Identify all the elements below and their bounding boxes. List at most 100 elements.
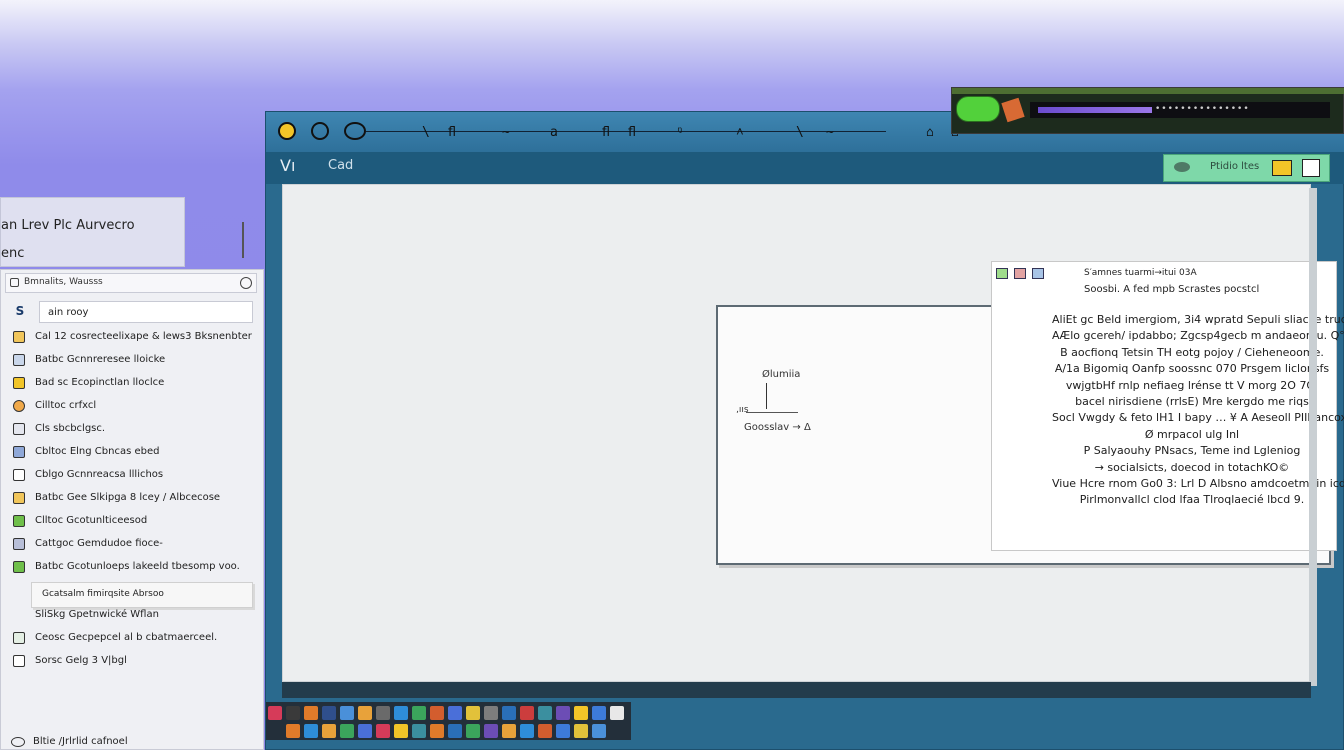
circle-icon[interactable] xyxy=(311,122,329,140)
app-icon[interactable] xyxy=(340,706,354,720)
app-icon[interactable] xyxy=(466,706,480,720)
header-panel[interactable]: Ptidio ltes xyxy=(1163,154,1330,182)
app-icon[interactable] xyxy=(592,706,606,720)
status-icon xyxy=(11,737,25,747)
list-item[interactable]: Cblgo Gcnnreacsa lllichos xyxy=(13,466,257,486)
list-item-label: Clltoc Gcotunlticeesod xyxy=(35,515,148,526)
tool-icon[interactable]: ﬂ xyxy=(448,125,456,140)
list-item[interactable]: Ceosc Gecpepcel al b cbatmaerceel. xyxy=(13,629,257,649)
app-icon[interactable] xyxy=(520,706,534,720)
mini-player-window[interactable]: ••••••••••••••• xyxy=(951,87,1344,134)
app-icon[interactable] xyxy=(358,706,372,720)
app-icon[interactable] xyxy=(304,724,318,738)
list-item-label: Cal 12 cosrecteelixape & lews3 Bksnenbte… xyxy=(35,331,252,342)
list-item[interactable]: Bad sc Ecopinctlan lloclce xyxy=(13,374,257,394)
app-icon[interactable] xyxy=(520,724,534,738)
app-icon[interactable] xyxy=(610,706,624,720)
app-icon[interactable] xyxy=(574,724,588,738)
app-icon[interactable] xyxy=(286,706,300,720)
grip-icon[interactable] xyxy=(1001,97,1025,123)
app-icon[interactable] xyxy=(376,706,390,720)
green-icon xyxy=(13,561,25,573)
status-pill[interactable] xyxy=(956,96,1000,122)
close-icon[interactable] xyxy=(240,277,252,289)
tool-icon[interactable]: ˄ xyxy=(736,125,744,140)
list-item[interactable]: Batbc Gcotunloeps lakeeld tbesomp voo. xyxy=(13,558,257,578)
app-icon[interactable] xyxy=(358,724,372,738)
app-icon[interactable] xyxy=(574,706,588,720)
panel-title: Bmnalits, Wausss xyxy=(24,277,103,287)
search-icon[interactable]: S xyxy=(13,304,27,318)
progress-track[interactable]: ••••••••••••••• xyxy=(1030,102,1330,118)
app-icon[interactable] xyxy=(412,724,426,738)
tool-icon[interactable]: ~ xyxy=(502,125,510,140)
app-icon[interactable] xyxy=(448,724,462,738)
document-icon[interactable] xyxy=(1302,159,1320,177)
app-icon[interactable] xyxy=(394,724,408,738)
search-input[interactable] xyxy=(39,301,253,323)
app-icon[interactable] xyxy=(430,706,444,720)
circle-icon[interactable] xyxy=(344,122,366,140)
leaf-icon[interactable] xyxy=(1174,162,1190,172)
tool-icon[interactable]: \ xyxy=(422,125,430,140)
app-icon[interactable] xyxy=(268,706,282,720)
app-icon[interactable] xyxy=(304,706,318,720)
app-icon[interactable] xyxy=(502,706,516,720)
app-icon[interactable] xyxy=(466,724,480,738)
canvas-area[interactable]: Ølumiia ‚ııs Goosslav → Δ S′amnes tuarmi… xyxy=(282,184,1344,682)
tab-title: an Lrev Plc Aurvecro xyxy=(1,218,135,233)
circle-icon[interactable] xyxy=(278,122,296,140)
list-item[interactable]: Batbc Gee Slkipga 8 lcey / Albcecose xyxy=(13,489,257,509)
list-item[interactable]: Cls sbcbclgsc. xyxy=(13,420,257,440)
folder-icon[interactable] xyxy=(1272,160,1292,176)
app-icon[interactable] xyxy=(430,724,444,738)
list-item[interactable]: Clltoc Gcotunlticeesod xyxy=(13,512,257,532)
tooltip-popup: Gcatsalm fimirqsite Abrsoo xyxy=(31,582,253,608)
canvas-bottom-bar xyxy=(282,682,1311,698)
tool-icon[interactable]: ~ xyxy=(826,125,834,140)
tool-icon[interactable]: ﬂ xyxy=(602,125,610,140)
app-icon[interactable] xyxy=(556,706,570,720)
app-icon[interactable] xyxy=(376,724,390,738)
app-icon[interactable] xyxy=(448,706,462,720)
app-icon[interactable] xyxy=(484,724,498,738)
list-item[interactable]: Cbltoc Elng Cbncas ebed xyxy=(13,443,257,463)
app-icon[interactable] xyxy=(538,706,552,720)
app-icon[interactable] xyxy=(412,706,426,720)
tool-icon[interactable]: \ xyxy=(796,125,804,140)
progress-fill xyxy=(1038,107,1152,113)
list-item[interactable]: Cal 12 cosrecteelixape & lews3 Bksnenbte… xyxy=(13,328,257,348)
app-icon[interactable] xyxy=(322,706,336,720)
status-text: Bltie /Jrlrlid cafnoel xyxy=(33,736,128,747)
app-icon[interactable] xyxy=(484,706,498,720)
app-icon[interactable] xyxy=(340,724,354,738)
app-icon[interactable] xyxy=(592,724,606,738)
panel-label: Ptidio ltes xyxy=(1210,161,1260,172)
tab-subtitle: enc xyxy=(1,246,25,261)
list-item-label: Batbc Gee Slkipga 8 lcey / Albcecose xyxy=(35,492,221,503)
list-item[interactable]: Cattgoc Gemdudoe fioce- xyxy=(13,535,257,555)
app-icon[interactable] xyxy=(286,724,300,738)
app-icon[interactable] xyxy=(556,724,570,738)
left-tab[interactable]: an Lrev Plc Aurvecro enc xyxy=(0,197,185,267)
app-icon[interactable] xyxy=(502,724,516,738)
app-icon[interactable] xyxy=(394,706,408,720)
dialog-label: Ølumiia xyxy=(762,369,801,380)
tool-icon[interactable]: ᵑ xyxy=(676,125,684,140)
document-icon xyxy=(13,423,25,435)
list-item-label: Cbltoc Elng Cbncas ebed xyxy=(35,446,160,457)
list-item[interactable]: Sorsc Gelg 3 V|bgl xyxy=(13,652,257,672)
red-icon[interactable] xyxy=(1014,268,1026,279)
list-item[interactable]: Cilltoc crfxcl xyxy=(13,397,257,417)
page-title: Vı xyxy=(280,156,296,175)
taskbar-strip xyxy=(266,702,631,740)
tool-icon[interactable]: ﬂ xyxy=(628,125,636,140)
green-icon[interactable] xyxy=(996,268,1008,279)
tool-icon[interactable]: a xyxy=(550,125,558,140)
lock-icon[interactable]: ⌂ xyxy=(926,125,934,140)
list-item[interactable]: Batbc Gcnnreresee lloicke xyxy=(13,351,257,371)
list-item[interactable]: SliSkg Gpetnwické Wflan xyxy=(13,606,257,626)
app-icon[interactable] xyxy=(322,724,336,738)
app-icon[interactable] xyxy=(538,724,552,738)
blue-icon[interactable] xyxy=(1032,268,1044,279)
